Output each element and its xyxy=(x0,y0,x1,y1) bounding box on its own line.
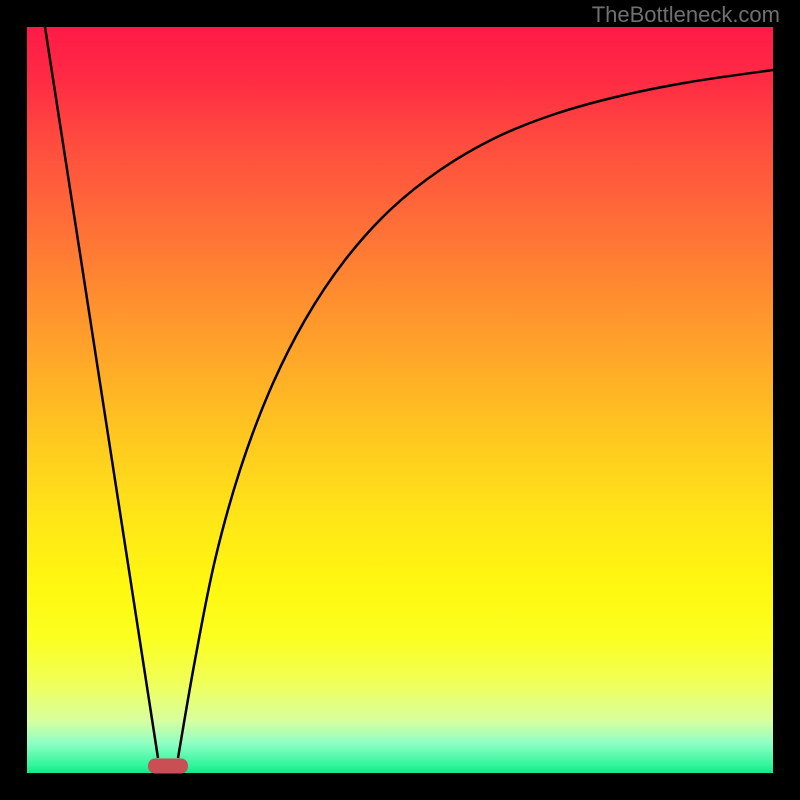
gradient-plot-area xyxy=(27,27,773,773)
watermark-text: TheBottleneck.com xyxy=(592,2,780,28)
optimal-point-marker xyxy=(148,759,188,774)
